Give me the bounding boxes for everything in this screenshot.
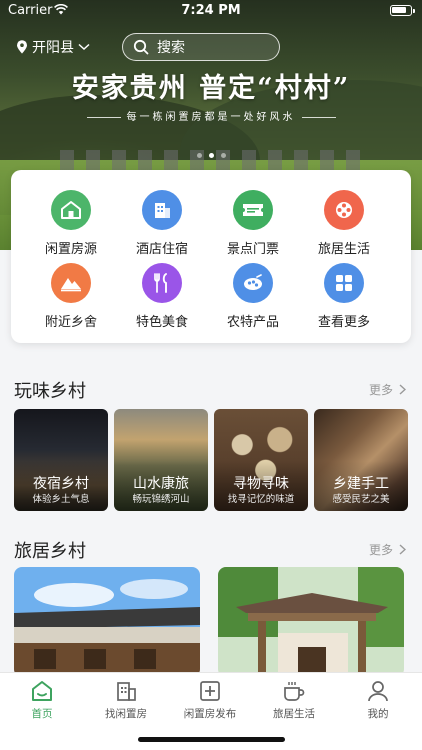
village-card-food-search[interactable]: 寻物寻味 找寻记忆的味道 — [214, 409, 308, 511]
card-subtitle: 感受民艺之美 — [332, 494, 390, 505]
card-subtitle: 体验乡土气息 — [32, 494, 90, 505]
tab-label: 找闲置房 — [105, 708, 147, 720]
status-bar: Carrier 7:24 PM — [0, 0, 422, 22]
category-label: 查看更多 — [317, 315, 370, 330]
house-icon — [51, 190, 91, 230]
village-gate-image — [218, 567, 404, 677]
chevron-right-icon — [399, 384, 406, 395]
tab-label: 首页 — [31, 708, 53, 720]
village-card-handicraft[interactable]: 乡建手工 感受民艺之美 — [314, 409, 408, 511]
card-title: 寻物寻味 — [233, 476, 289, 492]
location-pin-icon — [17, 40, 27, 54]
pagination-dot-active[interactable] — [208, 153, 214, 158]
banner-subtitle: 每一栋闲置房都是一处好风水 — [0, 108, 422, 123]
more-label: 更多 — [368, 383, 393, 397]
banner-subtitle-text: 每一栋闲置房都是一处好风水 — [126, 112, 296, 123]
add-square-icon — [168, 679, 252, 703]
battery-icon — [390, 5, 415, 16]
more-link-fun-village[interactable]: 更多 — [369, 381, 406, 398]
category-label: 景点门票 — [226, 242, 279, 257]
tab-profile[interactable]: 我的 — [336, 679, 420, 721]
film-reel-icon — [324, 190, 364, 230]
building-icon — [142, 190, 182, 230]
fork-knife-icon — [142, 263, 182, 303]
tab-sojourn-life[interactable]: 旅居生活 — [252, 679, 336, 721]
chevron-down-icon — [78, 43, 90, 51]
grid-icon — [324, 263, 364, 303]
banner-slogan: 安家贵州 普定“村村” — [71, 73, 351, 104]
category-tickets[interactable]: 景点门票 — [208, 190, 298, 257]
more-label: 更多 — [368, 543, 393, 557]
stay-card-village-gate[interactable] — [218, 567, 404, 677]
pagination-dot[interactable] — [220, 153, 226, 158]
card-subtitle: 畅玩锦绣河山 — [132, 494, 190, 505]
tab-find-housing[interactable]: 找闲置房 — [84, 679, 168, 721]
category-label: 酒店住宿 — [135, 242, 188, 257]
category-label: 旅居生活 — [317, 242, 370, 257]
village-card-night-stay[interactable]: 夜宿乡村 体验乡土气息 — [14, 409, 108, 511]
user-icon — [336, 679, 420, 703]
home-indicator[interactable] — [138, 737, 285, 742]
card-title: 乡建手工 — [333, 476, 389, 492]
category-label: 农特产品 — [226, 315, 279, 330]
location-label: 开阳县 — [32, 40, 74, 56]
pagination-dot[interactable] — [196, 153, 202, 158]
tab-label: 闲置房发布 — [183, 708, 237, 720]
card-subtitle: 找寻记忆的味道 — [227, 494, 295, 505]
search-icon — [133, 39, 149, 55]
coffee-cup-icon — [252, 679, 336, 703]
clock: 7:24 PM — [181, 3, 241, 18]
category-hotel[interactable]: 酒店住宿 — [117, 190, 207, 257]
tab-home[interactable]: 首页 — [0, 679, 84, 721]
tab-publish-housing[interactable]: 闲置房发布 — [168, 679, 252, 721]
category-nearby-cottages[interactable]: 附近乡舍 — [26, 263, 116, 330]
mountain-icon — [51, 263, 91, 303]
category-label: 附近乡舍 — [44, 315, 97, 330]
category-label: 特色美食 — [135, 315, 188, 330]
tab-label: 旅居生活 — [273, 708, 315, 720]
tab-label: 我的 — [367, 708, 389, 720]
search-input[interactable]: 搜索 — [122, 33, 280, 61]
home-icon — [0, 679, 84, 703]
location-selector[interactable]: 开阳县 — [16, 36, 90, 58]
chevron-right-icon — [399, 544, 406, 555]
stay-card-old-house[interactable] — [14, 567, 200, 677]
category-grid: 闲置房源 酒店住宿 景点门票 旅居生活 附近乡舍 特色美食 农特产品 查看更多 — [11, 170, 411, 343]
banner-pagination — [0, 153, 422, 158]
old-house-image — [14, 567, 200, 677]
category-farm-products[interactable]: 农特产品 — [208, 263, 298, 330]
category-view-more[interactable]: 查看更多 — [299, 263, 389, 330]
category-idle-housing[interactable]: 闲置房源 — [26, 190, 116, 257]
section-title-stay-village: 旅居乡村 — [14, 541, 86, 562]
search-placeholder: 搜索 — [157, 40, 185, 56]
category-label: 闲置房源 — [44, 242, 97, 257]
category-local-food[interactable]: 特色美食 — [117, 263, 207, 330]
card-title: 山水康旅 — [133, 476, 189, 492]
produce-icon — [233, 263, 273, 303]
section-title-fun-village: 玩味乡村 — [14, 381, 86, 402]
ticket-icon — [233, 190, 273, 230]
card-title: 夜宿乡村 — [33, 476, 89, 492]
building-icon — [84, 679, 168, 703]
village-card-landscape-travel[interactable]: 山水康旅 畅玩锦绣河山 — [114, 409, 208, 511]
app-screen: 安家贵州 普定“村村” 每一栋闲置房都是一处好风水 Carrier 7:24 P… — [0, 0, 422, 750]
more-link-stay-village[interactable]: 更多 — [369, 541, 406, 558]
category-sojourn-life[interactable]: 旅居生活 — [299, 190, 389, 257]
